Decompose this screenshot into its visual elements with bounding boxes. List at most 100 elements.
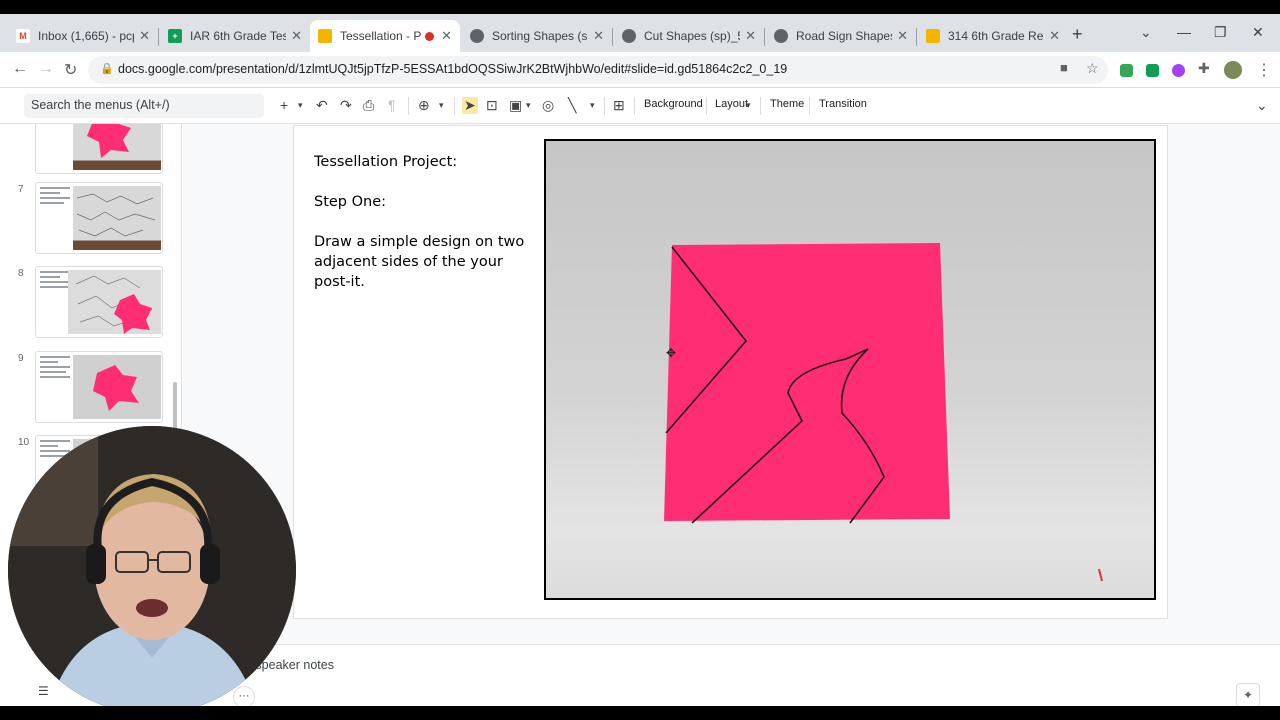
chevron-down-icon[interactable]: ▾	[526, 100, 531, 111]
menu-search-input[interactable]: Search the menus (Alt+/)	[24, 94, 264, 118]
tab-divider	[612, 28, 613, 46]
omnibox[interactable]: 🔒 docs.google.com/presentation/d/1zlmtUQ…	[88, 56, 1108, 84]
redo-icon[interactable]: ↷	[340, 97, 352, 114]
current-slide[interactable]: Tessellation Project: Step One: Draw a s…	[293, 125, 1168, 619]
tab-divider	[916, 28, 917, 46]
new-slide-icon[interactable]: +	[280, 97, 288, 113]
maximize-icon[interactable]: ❐	[1214, 24, 1227, 41]
close-icon[interactable]: ✕	[1049, 28, 1060, 44]
sheets-icon: +	[168, 29, 182, 43]
transition-button[interactable]: Transition	[819, 98, 867, 110]
slide-number: 8	[18, 268, 24, 279]
extension-icon[interactable]	[1120, 64, 1133, 77]
print-icon[interactable]: ⎙	[363, 97, 374, 114]
toolbar-divider	[454, 97, 455, 115]
tab-road-sign-shapes[interactable]: Road Sign Shapes (sp ✕	[766, 20, 916, 52]
toolbar-divider	[809, 97, 810, 115]
slide-thumbnail-8[interactable]	[35, 266, 163, 338]
slide-thumbnail-6[interactable]	[35, 124, 163, 174]
globe-icon	[774, 29, 788, 43]
more-icon[interactable]: ⋮	[1256, 60, 1272, 80]
thumbnail-photo	[73, 355, 161, 419]
tab-remote[interactable]: 314 6th Grade Remote ✕	[918, 20, 1068, 52]
tab-gmail[interactable]: M Inbox (1,665) - pcpapc ✕	[8, 20, 158, 52]
tab-search-icon[interactable]: ⌄	[1140, 24, 1152, 41]
line-icon[interactable]: ╲	[568, 97, 576, 114]
browser-window: M Inbox (1,665) - pcpapc ✕ + IAR 6th Gra…	[0, 14, 1280, 706]
toolbar-divider	[706, 97, 707, 115]
webcam-overlay	[8, 426, 296, 706]
close-icon[interactable]: ✕	[291, 28, 302, 44]
tab-divider	[158, 28, 159, 46]
recording-icon	[425, 31, 434, 41]
address-bar: ← → ↻ 🔒 docs.google.com/presentation/d/1…	[0, 52, 1280, 88]
slide-canvas: Tessellation Project: Step One: Draw a s…	[183, 124, 1280, 654]
layout-button[interactable]: Layout	[715, 98, 748, 110]
toolbar-divider	[760, 97, 761, 115]
camera-icon[interactable]: ■	[1060, 60, 1068, 75]
speaker-notes-panel: d speaker notes ✦	[183, 644, 1280, 706]
theme-button[interactable]: Theme	[770, 98, 804, 110]
postit-photo[interactable]: ✥	[544, 139, 1156, 600]
close-icon[interactable]: ✕	[897, 28, 908, 44]
close-icon[interactable]: ✕	[593, 28, 604, 44]
presenter-video	[8, 426, 296, 706]
slide-body: Draw a simple design on two adjacent sid…	[314, 234, 525, 290]
zoom-icon[interactable]: ⊕	[418, 97, 430, 114]
profile-avatar[interactable]	[1224, 61, 1242, 79]
text-box-icon[interactable]: ⊡	[486, 97, 498, 114]
tab-title: 314 6th Grade Remote	[948, 29, 1044, 43]
slide-thumbnail-7[interactable]	[35, 182, 163, 254]
move-cursor-icon: ✥	[666, 346, 676, 360]
forward-icon[interactable]: →	[38, 60, 54, 78]
chevron-down-icon[interactable]: ▾	[590, 100, 595, 111]
pen-mark	[1098, 568, 1103, 582]
star-icon[interactable]: ☆	[1086, 60, 1099, 77]
close-icon[interactable]: ✕	[441, 28, 452, 44]
chevron-down-icon[interactable]: ▾	[746, 100, 751, 111]
image-icon[interactable]: ▣	[509, 97, 522, 114]
slide-number: 9	[18, 353, 24, 364]
color-extension-icon[interactable]	[1172, 64, 1185, 77]
tab-sheets[interactable]: + IAR 6th Grade Test Lis ✕	[160, 20, 310, 52]
close-window-icon[interactable]: ✕	[1252, 24, 1264, 41]
sheets-extension-icon[interactable]	[1146, 64, 1159, 77]
back-icon[interactable]: ←	[12, 60, 28, 78]
chevron-down-icon[interactable]: ▾	[439, 100, 444, 111]
background-button[interactable]: Background	[644, 98, 703, 110]
grid-view-icon[interactable]: ☰	[38, 684, 49, 698]
thumbnail-text	[40, 271, 70, 291]
new-tab-button[interactable]: +	[1072, 24, 1083, 45]
reload-icon[interactable]: ↻	[64, 60, 77, 80]
close-icon[interactable]: ✕	[745, 28, 756, 44]
chevron-down-icon[interactable]: ▾	[298, 100, 303, 111]
thumbnail-photo	[68, 270, 161, 334]
globe-icon	[470, 29, 484, 43]
url-text[interactable]: docs.google.com/presentation/d/1zlmtUQJt…	[118, 62, 787, 76]
collapse-chevron-icon[interactable]: ⌄	[1256, 97, 1268, 114]
tab-cut-shapes[interactable]: Cut Shapes (sp)_5.G.4 ✕	[614, 20, 764, 52]
select-cursor-icon[interactable]: ➤	[462, 97, 478, 114]
explore-icon[interactable]: ✦	[1236, 683, 1260, 706]
slide-number: 10	[18, 437, 30, 448]
more-options-button[interactable]: ···	[233, 686, 255, 706]
slide-thumbnail-9[interactable]	[35, 351, 163, 423]
shape-icon[interactable]: ◎	[542, 97, 554, 114]
tab-divider	[764, 28, 765, 46]
globe-icon	[622, 29, 636, 43]
close-icon[interactable]: ✕	[139, 28, 150, 44]
tab-tessellation[interactable]: Tessellation - Proj ✕	[310, 20, 460, 52]
tab-title: Tessellation - Proj	[340, 29, 422, 43]
slides-toolbar: Search the menus (Alt+/) + ▾ ↶ ↷ ⎙ ¶ ⊕ ▾…	[0, 88, 1280, 124]
comment-icon[interactable]: ⊞	[613, 97, 625, 114]
puzzle-icon[interactable]: ✚	[1198, 60, 1210, 77]
thumbnail-photo	[73, 124, 161, 170]
tab-strip: M Inbox (1,665) - pcpapc ✕ + IAR 6th Gra…	[0, 14, 1280, 52]
postit-drawing: ✥	[664, 243, 1103, 582]
minimize-icon[interactable]: —	[1177, 24, 1191, 40]
toolbar-divider	[604, 97, 605, 115]
slide-text-box[interactable]: Tessellation Project: Step One: Draw a s…	[314, 152, 526, 312]
undo-icon[interactable]: ↶	[316, 97, 328, 114]
paint-format-icon[interactable]: ¶	[388, 97, 396, 113]
tab-sorting-shapes[interactable]: Sorting Shapes (sp)_5 ✕	[462, 20, 612, 52]
